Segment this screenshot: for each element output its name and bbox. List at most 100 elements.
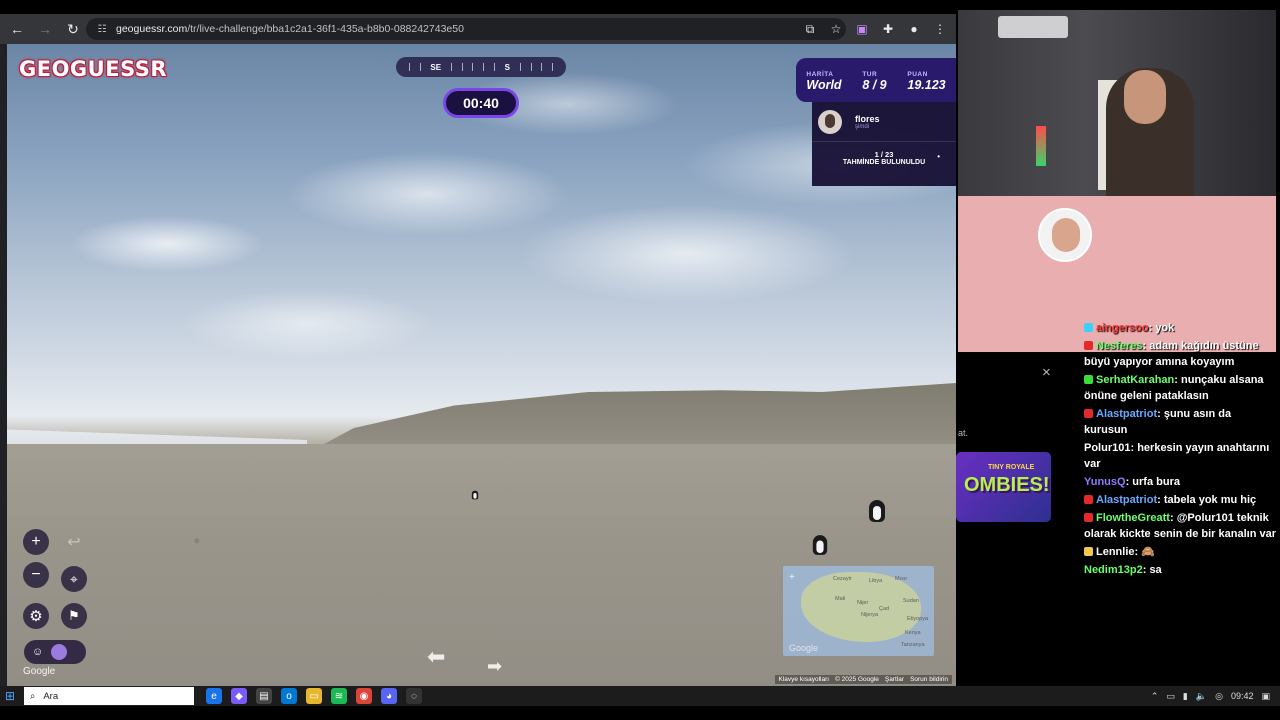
chat-username: Nesferes <box>1096 339 1143 352</box>
back-arrow-icon[interactable]: ← <box>6 18 28 40</box>
chat-badge-icon <box>1084 374 1093 384</box>
chat-badge-icon <box>1084 546 1093 556</box>
map-label: Mısır <box>895 576 908 582</box>
map-label: Etiyopya <box>907 616 929 622</box>
chat-message: aingersoo: yok <box>1084 320 1276 336</box>
map-label: Çad <box>879 606 890 612</box>
battery-icon[interactable]: ▮ <box>1183 691 1188 702</box>
discord-app-icon[interactable]: ◕ <box>381 688 397 704</box>
chat-text: 🙈 <box>1141 545 1155 558</box>
guess-count-value: 1 / 23 <box>874 150 894 159</box>
screen: ← → ↻ ☷ geoguessr.com/tr/live-challenge/… <box>0 0 1280 720</box>
site-settings-icon[interactable]: ☷ <box>96 23 108 35</box>
guess-minimap[interactable]: + Cezayir Libya Mısır Nijer Çad Sudan Et… <box>783 566 934 656</box>
close-icon[interactable]: × <box>1042 364 1051 381</box>
undo-move-icon[interactable]: ↩ <box>61 529 87 555</box>
chat-text: sa <box>1149 563 1162 576</box>
chat-message: Polur101: herkesin yayın anahtarını var <box>1084 442 1270 471</box>
chat-badge-icon <box>1084 512 1093 522</box>
map-label: Sudan <box>903 598 919 604</box>
address-bar[interactable]: ☷ geoguessr.com/tr/live-challenge/bba1c2… <box>86 18 846 40</box>
extension-purple-icon[interactable]: ▣ <box>852 18 872 40</box>
url-path: /tr/live-challenge/bba1c2a1-36f1-435a-b8… <box>187 23 464 35</box>
player-row[interactable]: flores şimdi <box>812 102 956 142</box>
chevron-up-icon[interactable]: ⌃ <box>1151 691 1159 702</box>
penguin-figure <box>812 535 828 555</box>
move-arrow-left-icon[interactable]: ⬅ <box>427 644 445 670</box>
file-explorer-icon[interactable]: ▭ <box>306 688 322 704</box>
windows-start-icon[interactable]: ⊞ <box>0 686 20 706</box>
sync-icon[interactable]: ◎ <box>1215 691 1223 702</box>
chat-badge-icon <box>1084 494 1093 504</box>
chat-text: tabela yok mu hiç <box>1163 493 1257 506</box>
chat-username: YunusQ <box>1084 476 1126 489</box>
avatar <box>51 644 68 660</box>
spotify-app-icon[interactable]: ≋ <box>331 688 347 704</box>
flag-checkpoint-icon[interactable]: ⚑ <box>61 603 87 629</box>
chat-badge-icon <box>1084 340 1093 350</box>
people-icon: ☺ <box>32 646 44 658</box>
clock[interactable]: 09:42 <box>1231 691 1254 701</box>
chrome-app-icon[interactable]: ◉ <box>356 688 372 704</box>
report-problem-link[interactable]: Sorun bildirin <box>910 676 948 683</box>
obs-app-icon[interactable]: ◌ <box>406 688 422 704</box>
compass: SE S <box>396 57 566 77</box>
streamer-webcam <box>958 10 1276 196</box>
penguin-figure <box>471 490 479 500</box>
chat-message: FlowtheGreatt: @Polur101 teknik olarak k… <box>1084 511 1276 541</box>
outlook-app-icon[interactable]: o <box>281 688 297 704</box>
game-promo-banner[interactable]: TINY ROYALE OMBIES! <box>956 452 1051 522</box>
stat-map-label: HARİTA <box>806 70 834 78</box>
map-label: Libya <box>869 578 883 584</box>
street-view[interactable]: GEOGUESSR SE S 00:40 HARİTA World TUR 8 … <box>7 44 956 686</box>
store-app-icon[interactable]: ▤ <box>256 688 272 704</box>
return-to-start-icon[interactable]: ⌖ <box>61 566 87 592</box>
network-icon[interactable]: ▭ <box>1166 691 1175 702</box>
chat-username: Alastpatriot <box>1096 493 1158 506</box>
map-label: Cezayir <box>833 576 852 582</box>
menu-dots-icon[interactable]: ⋮ <box>930 18 950 40</box>
install-app-icon[interactable]: ⧉ <box>800 18 820 40</box>
compass-se: SE <box>430 62 442 72</box>
copilot-app-icon[interactable]: ◆ <box>231 688 247 704</box>
stat-map-value: World <box>806 77 842 92</box>
player-status: şimdi <box>855 123 870 130</box>
zoom-in-button[interactable]: + <box>23 529 49 555</box>
compass-s: S <box>504 62 511 72</box>
url-host: geoguessr.com <box>116 23 188 35</box>
move-arrow-right-icon[interactable]: ➡ <box>487 656 502 677</box>
edge-app-icon[interactable]: e <box>206 688 222 704</box>
geoguessr-logo[interactable]: GEOGUESSR <box>19 57 167 81</box>
terms-link[interactable]: Şartlar <box>885 676 904 683</box>
volume-icon[interactable]: 🔈 <box>1196 691 1207 702</box>
forward-arrow-icon[interactable]: → <box>34 18 56 40</box>
chat-username: Nedim13p2 <box>1084 563 1143 576</box>
windows-taskbar: ⊞ ⌕ Ara e ◆ ▤ o ▭ ≋ ◉ ◕ ◌ ⌃ ▭ ▮ 🔈 ◎ 09:4… <box>0 686 1280 706</box>
extensions-puzzle-icon[interactable]: ✚ <box>878 18 898 40</box>
round-timer: 00:40 <box>443 88 519 118</box>
chat-username: FlowtheGreatt <box>1096 511 1170 524</box>
stat-map: HARİTA World <box>806 71 841 92</box>
minimap-google-logo: Google <box>789 643 819 653</box>
chat-username: Alastpatriot <box>1096 407 1158 420</box>
party-reactions[interactable]: ☺ <box>24 640 86 664</box>
settings-gear-icon[interactable]: ⚙ <box>23 603 49 629</box>
profile-avatar-icon[interactable]: ● <box>904 18 924 40</box>
chat-username: Polur101 <box>1084 442 1131 455</box>
stat-round-value: 8 / 9 <box>862 77 887 92</box>
stat-round-label: TUR <box>862 70 878 78</box>
penguin-figure <box>869 500 885 522</box>
reload-icon[interactable]: ↻ <box>62 18 84 40</box>
chat-message: Alastpatriot: şunu asın da kurusun <box>1084 407 1232 437</box>
air-conditioner <box>998 16 1068 38</box>
bookmark-star-icon[interactable]: ☆ <box>826 18 846 40</box>
game-status: HARİTA World TUR 8 / 9 PUAN 19.123 <box>796 58 956 102</box>
chat-message: Nedim13p2: sa <box>1084 563 1162 576</box>
minimap-zoom-in-icon[interactable]: + <box>789 572 795 583</box>
taskbar-search[interactable]: ⌕ Ara <box>24 687 194 705</box>
zoom-out-button[interactable]: − <box>23 562 49 588</box>
stat-round: TUR 8 / 9 <box>862 71 886 92</box>
keyboard-shortcuts-link[interactable]: Klavye kısayolları <box>779 676 830 683</box>
taskbar-apps: e ◆ ▤ o ▭ ≋ ◉ ◕ ◌ <box>206 688 422 704</box>
notifications-icon[interactable]: ▣ <box>1261 691 1270 702</box>
